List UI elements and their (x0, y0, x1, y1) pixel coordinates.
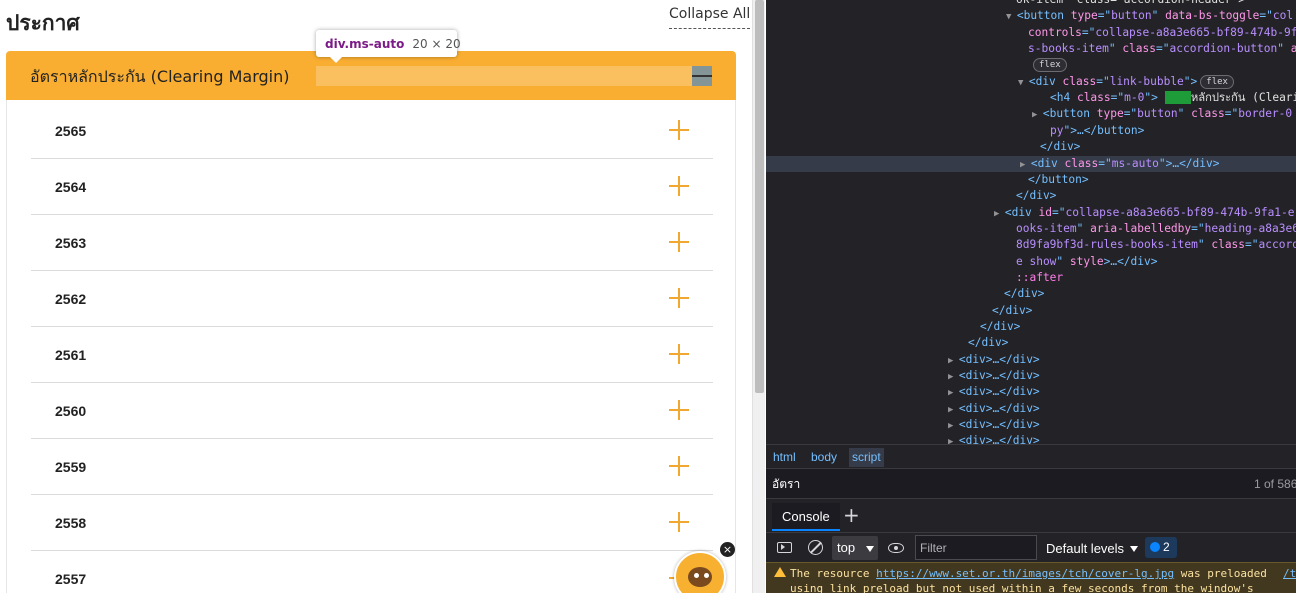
tooltip-class: .ms-auto (344, 37, 405, 51)
log-levels-label: Default levels (1046, 541, 1125, 556)
message-bubble-icon (1150, 542, 1160, 552)
accordion-title: อัตราหลักประกัน (Clearing Margin) (30, 67, 290, 86)
console-tab-bar: Console + (766, 498, 1296, 532)
collapse-twisty-icon[interactable]: ▶ (948, 356, 959, 366)
html-search-input[interactable] (772, 475, 1212, 493)
expand-plus-icon[interactable] (669, 456, 689, 476)
breadcrumb-body[interactable]: body (811, 450, 837, 464)
element-inspector-tooltip: div.ms-auto 20 × 20 (316, 30, 461, 63)
expand-plus-icon[interactable] (669, 176, 689, 196)
collapse-twisty-icon[interactable]: ▶ (1032, 110, 1043, 120)
year-label: 2559 (55, 459, 87, 475)
dom-breadcrumbs: html body script (766, 444, 1296, 468)
accordion-body: 2565 2564 2563 2562 2561 2560 2559 2558 2557 (6, 100, 736, 593)
collapse-minus-icon[interactable] (692, 66, 712, 86)
page-title: ประกาศ (6, 11, 80, 35)
year-row[interactable]: 2562 (31, 271, 713, 327)
search-result-count: 1 of 586 (1254, 477, 1296, 491)
year-row[interactable]: 2565 (31, 103, 713, 159)
add-tab-plus-icon[interactable]: + (843, 503, 860, 527)
collapse-twisty-icon[interactable]: ▶ (948, 388, 959, 398)
flex-badge[interactable]: flex (1200, 74, 1234, 89)
year-label: 2557 (55, 571, 87, 587)
year-label: 2565 (55, 123, 87, 139)
year-label: 2564 (55, 179, 87, 195)
chevron-down-icon (1130, 546, 1139, 552)
accordion-header[interactable]: อัตราหลักประกัน (Clearing Margin) (6, 51, 736, 100)
expand-plus-icon[interactable] (669, 344, 689, 364)
breadcrumb-html[interactable]: html (773, 450, 796, 464)
year-row[interactable]: 2561 (31, 327, 713, 383)
collapse-twisty-icon[interactable]: ▶ (948, 372, 959, 382)
year-label: 2562 (55, 291, 87, 307)
expand-plus-icon[interactable] (669, 400, 689, 420)
scrollbar-thumb[interactable] (755, 0, 764, 393)
clear-console-icon[interactable] (808, 540, 823, 555)
sidebar-toggle-icon[interactable] (777, 542, 792, 553)
year-label: 2558 (55, 515, 87, 531)
collapse-all-link[interactable]: Collapse All (669, 6, 751, 29)
warning-icon (774, 567, 786, 577)
message-count-badge[interactable]: 2 (1145, 537, 1177, 558)
console-toolbar: top Default levels 2 (766, 532, 1296, 562)
expand-plus-icon[interactable] (669, 512, 689, 532)
chevron-down-icon (866, 546, 874, 552)
html-search-bar: 1 of 586 (766, 468, 1296, 498)
console-warning-message: The resource https://www.set.or.th/image… (766, 562, 1296, 593)
message-count: 2 (1163, 540, 1170, 554)
collapse-twisty-icon[interactable]: ▶ (994, 209, 1005, 219)
collapse-twisty-icon[interactable]: ▶ (1020, 160, 1031, 170)
year-label: 2561 (55, 347, 87, 363)
live-expression-eye-icon[interactable] (888, 543, 904, 553)
close-icon[interactable]: × (720, 542, 735, 557)
year-label: 2560 (55, 403, 87, 419)
flex-badge[interactable]: flex (1033, 58, 1067, 73)
year-row[interactable]: 2557 (31, 551, 713, 593)
tooltip-tag: div (325, 37, 345, 51)
year-row[interactable]: 2564 (31, 159, 713, 215)
tooltip-dimensions: 20 × 20 (412, 37, 461, 51)
expand-plus-icon[interactable] (669, 232, 689, 252)
web-page: ประกาศ Collapse All div.ms-auto 20 × 20 อ… (0, 0, 752, 593)
breadcrumb-script[interactable]: script (849, 448, 884, 467)
console-filter-input[interactable] (915, 535, 1037, 560)
context-value: top (837, 540, 856, 555)
collapse-twisty-icon[interactable]: ▶ (948, 405, 959, 415)
page-scrollbar[interactable] (752, 0, 765, 593)
expand-plus-icon[interactable] (669, 120, 689, 140)
context-selector[interactable]: top (832, 536, 878, 560)
expand-twisty-icon[interactable]: ▼ (1018, 78, 1029, 88)
year-label: 2563 (55, 235, 87, 251)
warning-suffix: was preloaded (1174, 567, 1267, 580)
warning-resource-link[interactable]: https://www.set.or.th/images/tch/cover-l… (876, 567, 1174, 580)
expand-plus-icon[interactable] (669, 288, 689, 308)
warning-line-2: using link preload but not used within a… (790, 582, 1254, 593)
tab-console[interactable]: Console (772, 503, 840, 531)
warning-prefix: The resource (790, 567, 877, 580)
expand-twisty-icon[interactable]: ▼ (1006, 12, 1017, 22)
log-levels-dropdown[interactable]: Default levels (1046, 541, 1139, 556)
year-row[interactable]: 2558 (31, 495, 713, 551)
inspector-highlight-overlay (316, 66, 712, 86)
collapse-twisty-icon[interactable]: ▶ (948, 421, 959, 431)
year-row[interactable]: 2560 (31, 383, 713, 439)
warning-source-link[interactable]: /t (1283, 567, 1296, 580)
year-row[interactable]: 2559 (31, 439, 713, 495)
year-row[interactable]: 2563 (31, 215, 713, 271)
inspector-dom-tree[interactable]: ok‑item" class="accordion‑header">▼ <but… (766, 0, 1296, 444)
selected-dom-node[interactable]: ▶ <div class="ms-auto">…</div> (766, 155, 1296, 172)
devtools-panel: ok‑item" class="accordion‑header">▼ <but… (766, 0, 1296, 593)
search-match-highlight: อัตรา (1164, 91, 1191, 105)
